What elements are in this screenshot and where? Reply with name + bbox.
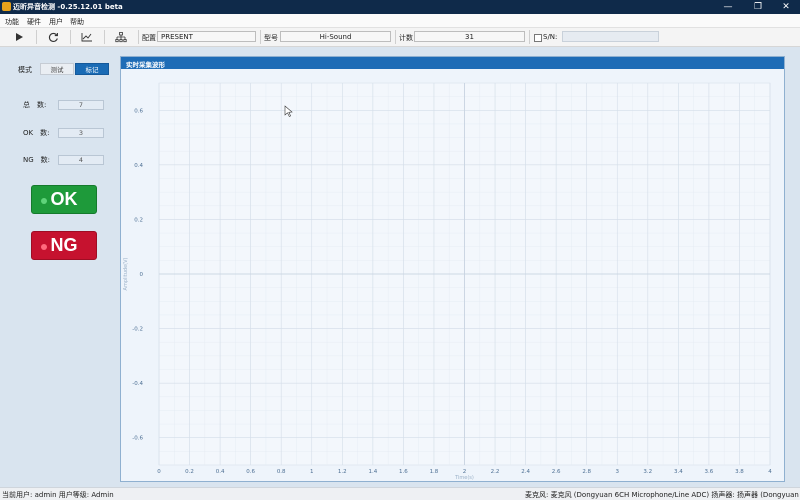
y-tick-label: 0.4 xyxy=(134,163,143,169)
menu-bar: 功能 硬件 用户 帮助 xyxy=(0,14,800,28)
x-tick-label: 1.2 xyxy=(338,469,347,475)
ok-button-label: OK xyxy=(50,189,78,209)
ng-button-label: NG xyxy=(50,235,78,255)
minimize-button[interactable]: — xyxy=(713,0,743,14)
x-tick-label: 3.2 xyxy=(643,469,652,475)
x-tick-label: 2.2 xyxy=(491,469,500,475)
y-tick-label: -0.2 xyxy=(132,327,143,333)
ng-button[interactable]: NG xyxy=(31,231,97,260)
mode-label: 模式 xyxy=(18,66,32,74)
app-logo-icon xyxy=(2,2,11,11)
ok-button[interactable]: OK xyxy=(31,185,97,214)
x-tick-label: 0 xyxy=(157,469,161,475)
count-field: 31 xyxy=(414,31,525,42)
ng-count-value: 4 xyxy=(58,155,104,165)
waveform-chart: 0 0.2 0.4 0.6 0.8 1 1.2 1.4 1.6 1.8 2 2.2 2.4 2.6 2.8 3… xyxy=(123,82,772,481)
sn-checkbox[interactable] xyxy=(534,34,542,42)
ng-count-label: NG 数: xyxy=(23,156,51,164)
refresh-icon xyxy=(48,32,58,42)
sn-field[interactable] xyxy=(562,31,659,42)
waveform-panel: 实时采集波形 0 0.2 0.4 0.6 0.8 1 1.2 1.4 1.6 1.8 2 2.2 2.4… xyxy=(120,56,785,482)
x-tick-label: 1.4 xyxy=(368,469,377,475)
config-label: 配置 xyxy=(142,34,156,42)
chart-icon xyxy=(81,33,92,42)
y-tick-label: -0.4 xyxy=(132,381,143,387)
window-title: 迈昕异音检测 -0.25.12.01 beta xyxy=(13,3,123,11)
menu-function[interactable]: 功能 xyxy=(5,17,19,27)
maximize-button[interactable]: ❐ xyxy=(743,0,773,14)
x-tick-label: 3.6 xyxy=(705,469,714,475)
mode-mark-button[interactable]: 标记 xyxy=(75,63,109,75)
x-tick-label: 0.6 xyxy=(246,469,255,475)
ok-count-label: OK 数: xyxy=(23,129,50,137)
config-field[interactable]: PRESENT xyxy=(157,31,256,42)
y-tick-label: 0 xyxy=(140,272,144,278)
x-tick-label: 1 xyxy=(310,469,314,475)
title-bar: 迈昕异音检测 -0.25.12.01 beta — ❐ ✕ xyxy=(0,0,800,14)
count-label: 计数 xyxy=(399,34,413,42)
left-panel: 模式 测试 标记 总 数: 7 OK 数: 3 NG 数: 4 OK NG xyxy=(0,47,118,487)
x-tick-label: 3.4 xyxy=(674,469,683,475)
y-tick-label: -0.6 xyxy=(132,436,143,442)
x-tick-label: 1.8 xyxy=(430,469,439,475)
total-count-label: 总 数: xyxy=(23,101,47,109)
menu-help[interactable]: 帮助 xyxy=(70,17,84,27)
x-tick-label: 2.6 xyxy=(552,469,561,475)
menu-hardware[interactable]: 硬件 xyxy=(27,17,41,27)
waveform-panel-title: 实时采集波形 xyxy=(126,61,165,69)
x-tick-label: 1.6 xyxy=(399,469,408,475)
chart-button[interactable] xyxy=(72,29,102,45)
toolbar: 配置 PRESENT 型号 Hi-Sound 计数 31 S/N: xyxy=(0,28,800,47)
close-button[interactable]: ✕ xyxy=(771,0,800,14)
x-tick-label: 4 xyxy=(768,469,772,475)
ng-indicator-icon xyxy=(41,244,47,250)
sn-label: S/N: xyxy=(543,33,558,41)
x-tick-label: 2.8 xyxy=(582,469,591,475)
refresh-button[interactable] xyxy=(38,29,68,45)
model-label: 型号 xyxy=(264,34,278,42)
x-tick-label: 3 xyxy=(616,469,620,475)
play-icon xyxy=(16,33,23,41)
x-tick-label: 0.4 xyxy=(216,469,225,475)
waveform-panel-header: 实时采集波形 xyxy=(121,57,784,69)
menu-user[interactable]: 用户 xyxy=(49,17,63,27)
ok-count-value: 3 xyxy=(58,128,104,138)
y-axis-title: Amplitude(V) xyxy=(123,257,129,290)
mode-test-button[interactable]: 测试 xyxy=(40,63,74,75)
y-tick-label: 0.2 xyxy=(134,217,143,223)
status-bar: 当前用户: admin 用户等级: Admin 麦克风: 麦克风 (Dongyu… xyxy=(0,487,800,500)
network-button[interactable] xyxy=(106,29,136,45)
total-count-value: 7 xyxy=(58,100,104,110)
x-tick-label: 0.8 xyxy=(277,469,286,475)
start-button[interactable] xyxy=(4,29,34,45)
network-icon xyxy=(115,31,127,42)
x-tick-label: 0.2 xyxy=(185,469,194,475)
x-tick-label: 3.8 xyxy=(735,469,744,475)
x-axis-title: Time(s) xyxy=(454,475,474,481)
y-tick-label: 0.6 xyxy=(134,108,143,114)
ok-indicator-icon xyxy=(41,198,47,204)
x-tick-label: 2.4 xyxy=(521,469,530,475)
waveform-plot[interactable]: 0 0.2 0.4 0.6 0.8 1 1.2 1.4 1.6 1.8 2 2.2 2.4 2.6 2.8 3… xyxy=(121,69,784,481)
model-field[interactable]: Hi-Sound xyxy=(280,31,391,42)
